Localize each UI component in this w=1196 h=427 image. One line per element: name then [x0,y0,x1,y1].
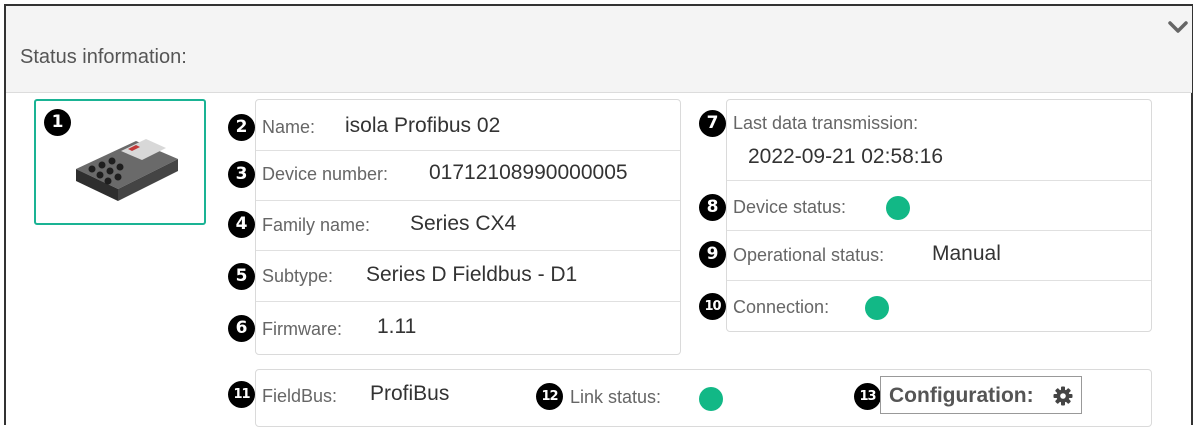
callout-badge: 2 [228,114,255,141]
status-title: Status information: [20,46,187,68]
connection-indicator [865,296,889,320]
status-header[interactable]: Status information: [6,6,1192,93]
callout-badge: 5 [228,263,255,290]
callout-badge: 3 [228,161,255,188]
last-transmission-value: 2022-09-21 02:58:16 [748,145,943,168]
callout-badge: 8 [699,194,726,221]
name-label: Name: [262,117,316,137]
name-value: isola Profibus 02 [345,114,501,137]
last-transmission-label: Last data transmission: [733,113,919,133]
status-row-last-transmission: 7 Last data transmission: 2022-09-21 02:… [699,100,1151,181]
callout-badge: 4 [228,211,255,238]
operational-status-label: Operational status: [733,245,885,265]
status-row-connection: 10 Connection: [699,280,1151,330]
device-number-label: Device number: [262,164,389,184]
connection-label: Connection: [733,297,830,317]
device-info-panel: 2 Name: isola Profibus 02 3 Device numbe… [228,99,681,355]
callout-badge: 12 [536,383,563,410]
family-name-label: Family name: [262,215,371,235]
info-row-family-name: 4 Family name: Series CX4 [228,200,680,251]
info-row-device-number: 3 Device number: 01712108990000005 [228,150,680,201]
fieldbus-label: FieldBus: [262,386,338,406]
info-row-subtype: 5 Subtype: Series D Fieldbus - D1 [228,250,680,302]
status-row-operational: 9 Operational status: Manual [699,230,1151,281]
info-row-name: 2 Name: isola Profibus 02 [228,100,680,151]
firmware-value: 1.11 [377,315,417,338]
info-row-firmware: 6 Firmware: 1.11 [228,301,680,353]
link-status-indicator [699,387,723,411]
callout-badge: 11 [228,381,255,408]
device-status-indicator [886,196,910,220]
callout-badge: 13 [854,383,881,410]
callout-badge: 7 [699,110,726,137]
gear-icon [1053,386,1073,406]
callout-badge: 10 [699,293,726,320]
operational-status-value: Manual [932,242,1001,265]
link-status-label: Link status: [570,387,662,407]
device-status-panel: 7 Last data transmission: 2022-09-21 02:… [699,99,1152,332]
fieldbus-value: ProfiBus [370,382,450,405]
callout-badge: 6 [228,315,255,342]
device-image [76,139,178,201]
configuration-button[interactable]: Configuration: [880,376,1082,414]
status-row-device-status: 8 Device status: [699,180,1151,231]
family-name-value: Series CX4 [410,212,517,235]
firmware-label: Firmware: [262,319,342,339]
subtype-value: Series D Fieldbus - D1 [366,263,578,286]
device-number-value: 01712108990000005 [429,161,628,184]
configuration-label: Configuration: [889,384,1034,407]
device-image-box: 1 [34,99,206,225]
callout-badge: 9 [699,241,726,268]
subtype-label: Subtype: [262,266,334,286]
chevron-down-icon[interactable] [1168,20,1188,34]
device-status-label: Device status: [733,197,847,217]
